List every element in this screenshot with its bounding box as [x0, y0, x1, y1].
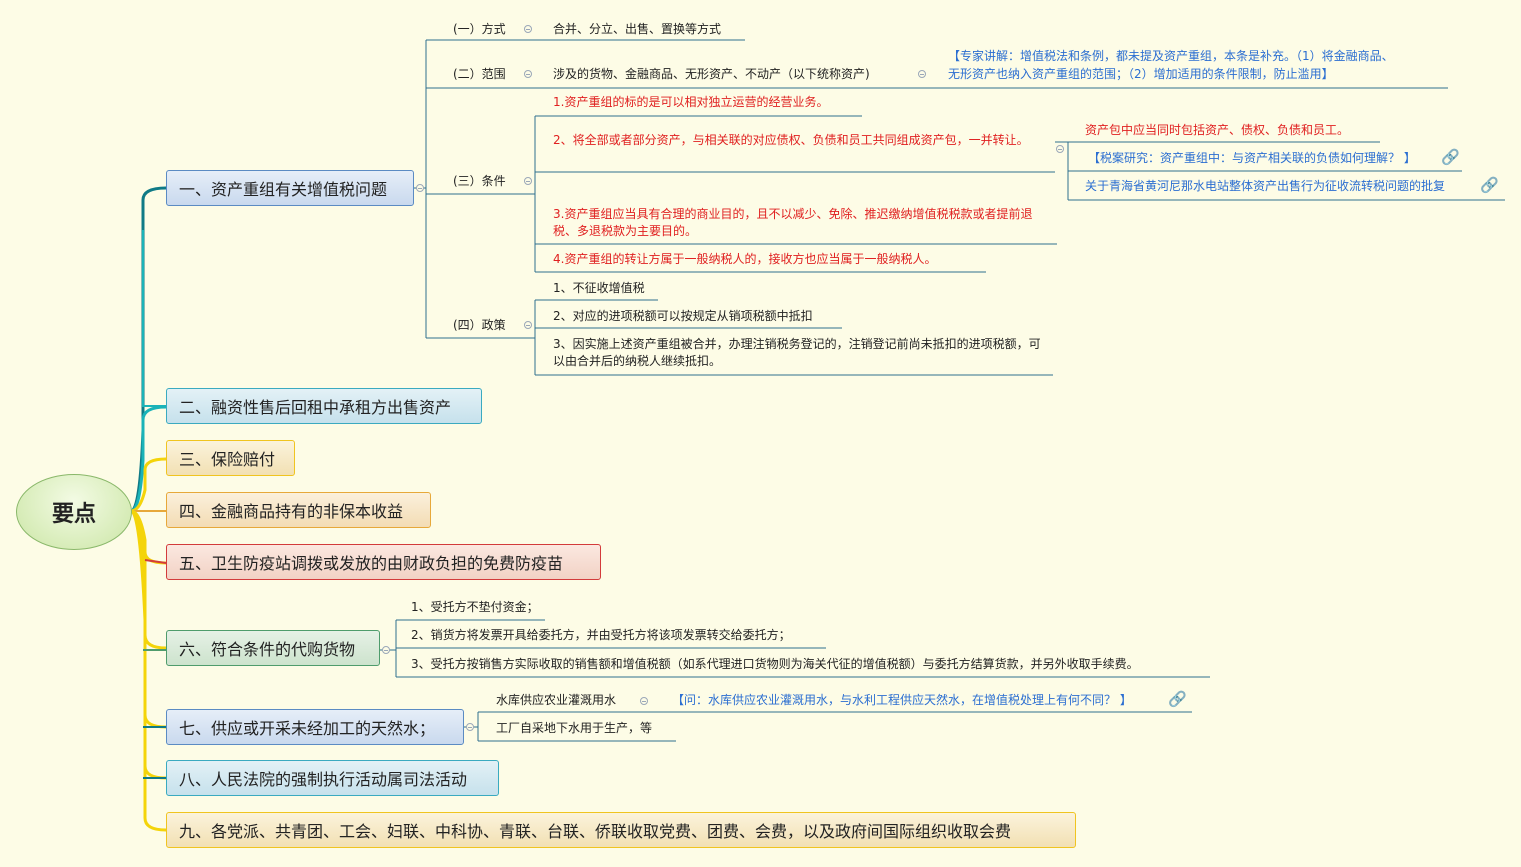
root-node[interactable]: 要点: [16, 474, 132, 550]
condition-4[interactable]: 4.资产重组的转让方属于一般纳税人的，接收方也应当属于一般纳税人。: [553, 251, 936, 268]
topic-label: 五、卫生防疫站调拨或发放的由财政负担的免费防疫苗: [179, 554, 564, 573]
case-study-link[interactable]: 【税案研究：资产重组中：与资产相关联的负债如何理解？ 】: [1088, 150, 1416, 167]
purchase-item-3[interactable]: 3、受托方按销售方实际收取的销售额和增值税额（如系代理进口货物则为海关代征的增值…: [411, 656, 1139, 673]
collapse-toggle-icon[interactable]: [524, 321, 532, 329]
topic-label: 六、符合条件的代购货物: [179, 640, 356, 659]
purchase-item-1[interactable]: 1、受托方不垫付资金；: [411, 599, 539, 616]
policy-1[interactable]: 1、不征收增值税: [553, 280, 645, 297]
topic-8[interactable]: 八、人民法院的强制执行活动属司法活动: [166, 760, 499, 796]
collapse-toggle-icon[interactable]: [466, 723, 474, 731]
collapse-toggle-icon[interactable]: [1056, 145, 1064, 153]
collapse-toggle-icon[interactable]: [416, 184, 424, 192]
topic-label: 三、保险赔付: [179, 450, 276, 469]
topic-label: 一、资产重组有关增值税问题: [179, 180, 388, 199]
topic-4[interactable]: 四、金融商品持有的非保本收益: [166, 492, 431, 528]
water-item-2[interactable]: 工厂自采地下水用于生产，等: [496, 720, 652, 737]
expert-note-line1[interactable]: 【专家讲解：增值税法和条例，都未提及资产重组，本条是补充。（1）将金融商品、: [948, 48, 1394, 65]
subtopic-method[interactable]: (一）方式: [453, 21, 506, 38]
link-icon[interactable]: 🔗: [1168, 692, 1187, 707]
collapse-toggle-icon[interactable]: [524, 25, 532, 33]
topic-label: 八、人民法院的强制执行活动属司法活动: [179, 770, 468, 789]
topic-9[interactable]: 九、各党派、共青团、工会、妇联、中科协、青联、台联、侨联收取党费、团费、会费，以…: [166, 812, 1076, 848]
topic-6[interactable]: 六、符合条件的代购货物: [166, 630, 380, 666]
purchase-item-2[interactable]: 2、销货方将发票开具给委托方，并由受托方将该项发票转交给委托方；: [411, 627, 791, 644]
condition-1[interactable]: 1.资产重组的标的是可以相对独立运营的经营业务。: [553, 94, 828, 111]
topic-7[interactable]: 七、供应或开采未经加工的天然水；: [166, 709, 464, 745]
collapse-toggle-icon[interactable]: [524, 177, 532, 185]
subtopic-scope[interactable]: (二）范围: [453, 66, 506, 83]
link-icon[interactable]: 🔗: [1441, 150, 1460, 165]
scope-detail[interactable]: 涉及的货物、金融商品、无形资产、不动产（以下统称资产): [553, 66, 870, 83]
policy-2[interactable]: 2、对应的进项税额可以按规定从销项税额中抵扣: [553, 308, 813, 325]
topic-1[interactable]: 一、资产重组有关增值税问题: [166, 170, 414, 206]
collapse-toggle-icon[interactable]: [524, 70, 532, 78]
collapse-toggle-icon[interactable]: [918, 70, 926, 78]
condition-2-sub-1[interactable]: 资产包中应当同时包括资产、债权、负债和员工。: [1085, 122, 1349, 139]
topic-5[interactable]: 五、卫生防疫站调拨或发放的由财政负担的免费防疫苗: [166, 544, 601, 580]
condition-3[interactable]: 3.资产重组应当具有合理的商业目的，且不以减少、免除、推迟缴纳增值税税款或者提前…: [553, 206, 1053, 240]
method-detail[interactable]: 合并、分立、出售、置换等方式: [553, 21, 721, 38]
root-label: 要点: [51, 502, 96, 527]
topic-2[interactable]: 二、融资性售后回租中承租方出售资产: [166, 388, 482, 424]
topic-label: 四、金融商品持有的非保本收益: [179, 502, 404, 521]
expert-note-line2[interactable]: 无形资产也纳入资产重组的范围；（2）增加适用的条件限制，防止滥用】: [948, 66, 1334, 83]
topic-label: 七、供应或开采未经加工的天然水；: [179, 719, 436, 738]
condition-2[interactable]: 2、将全部或者部分资产，与相关联的对应债权、负债和员工共同组成资产包，一并转让。: [553, 132, 1049, 149]
subtopic-conditions[interactable]: (三）条件: [453, 173, 506, 190]
water-question-note[interactable]: 【问：水库供应农业灌溉用水，与水利工程供应天然水，在增值税处理上有何不同？ 】: [672, 692, 1132, 709]
subtopic-policy[interactable]: (四）政策: [453, 317, 506, 334]
collapse-toggle-icon[interactable]: [640, 697, 648, 705]
topic-3[interactable]: 三、保险赔付: [166, 440, 295, 476]
topic-label: 二、融资性售后回租中承租方出售资产: [179, 398, 452, 417]
topic-label: 九、各党派、共青团、工会、妇联、中科协、青联、台联、侨联收取党费、团费、会费，以…: [179, 822, 1012, 841]
reply-doc-link[interactable]: 关于青海省黄河尼那水电站整体资产出售行为征收流转税问题的批复: [1085, 178, 1445, 195]
water-item-1[interactable]: 水库供应农业灌溉用水: [496, 692, 616, 709]
link-icon[interactable]: 🔗: [1480, 178, 1499, 193]
collapse-toggle-icon[interactable]: [382, 646, 390, 654]
policy-3[interactable]: 3、因实施上述资产重组被合并，办理注销税务登记的，注销登记前尚未抵扣的进项税额，…: [553, 336, 1049, 370]
